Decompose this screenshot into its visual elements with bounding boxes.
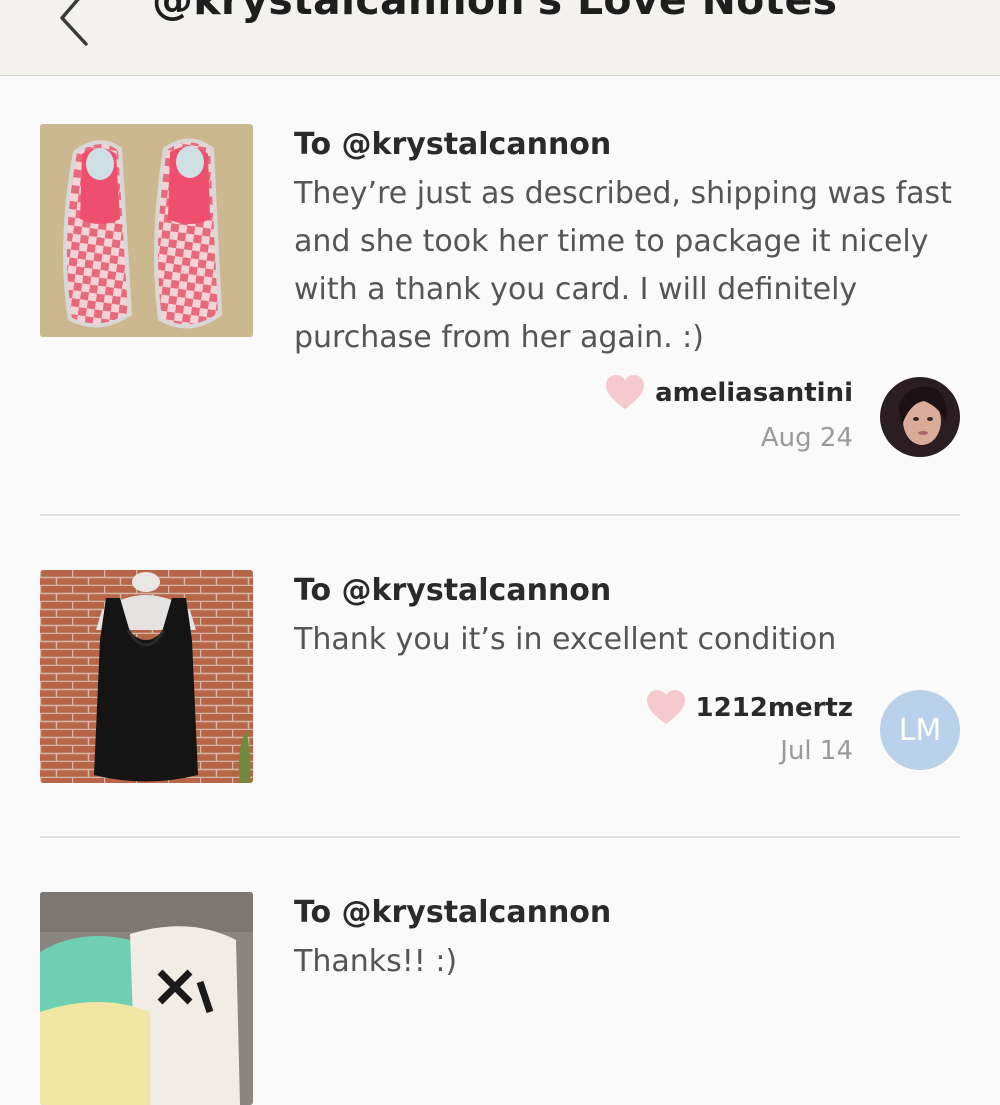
note-message: Thanks!! :) <box>294 944 458 979</box>
note-recipient: To @krystalcannon <box>294 127 612 162</box>
note-author: ameliasantini <box>605 375 853 411</box>
note-recipient: To @krystalcannon <box>294 573 612 608</box>
item-image <box>40 124 253 337</box>
chevron-left-icon <box>60 0 88 46</box>
note-author: 1212mertz <box>646 690 853 726</box>
item-image <box>40 570 253 783</box>
item-image <box>40 892 253 1105</box>
heart-icon <box>646 690 685 724</box>
item-thumbnail[interactable] <box>40 124 253 337</box>
avatar[interactable] <box>880 377 960 457</box>
author-username[interactable]: ameliasantini <box>655 378 853 408</box>
avatar-photo <box>880 377 960 457</box>
item-thumbnail[interactable] <box>40 892 253 1105</box>
item-thumbnail[interactable] <box>40 570 253 783</box>
divider <box>40 836 960 838</box>
heart-icon <box>606 375 645 409</box>
note-date: Aug 24 <box>760 423 853 453</box>
author-username[interactable]: 1212mertz <box>696 693 853 723</box>
note-recipient: To @krystalcannon <box>294 895 612 930</box>
page-title: @krystalcannon's Love Notes <box>152 0 838 24</box>
divider <box>40 514 960 516</box>
note-date: Jul 14 <box>780 736 853 766</box>
note-message: They’re just as described, shipping was … <box>294 176 952 355</box>
back-button[interactable] <box>50 0 110 50</box>
avatar[interactable]: LM <box>880 690 960 770</box>
note-message: Thank you it’s in excellent condition <box>294 622 837 657</box>
avatar-initials: LM <box>898 712 942 748</box>
top-header: @krystalcannon's Love Notes <box>0 0 1000 76</box>
